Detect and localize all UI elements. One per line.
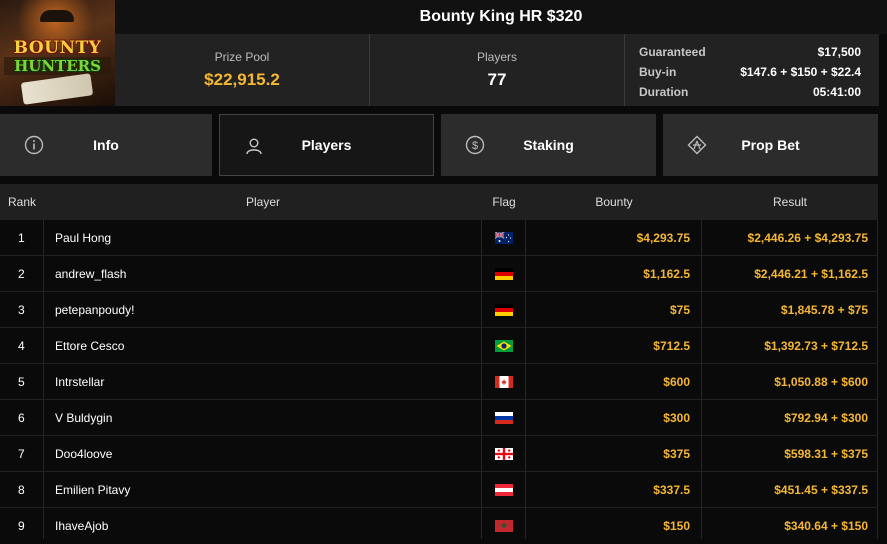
player-name[interactable]: V Buldygin [55, 400, 112, 436]
table-row[interactable]: 7 Doo4loove $375 $598.31 + $375 [0, 435, 878, 472]
tab-staking[interactable]: $ Staking [441, 114, 656, 176]
tab-info[interactable]: Info [0, 114, 212, 176]
bounty-cell: $600 [663, 375, 690, 389]
rank-cell: 3 [18, 303, 25, 317]
bounty-hunters-logo: BOUNTY HUNTERS [0, 0, 115, 106]
player-name[interactable]: Emilien Pitavy [55, 472, 130, 508]
prize-pool-label: Prize Pool [214, 50, 270, 64]
rank-cell: 1 [18, 231, 25, 245]
rank-cell: 5 [18, 375, 25, 389]
column-bounty: Bounty [595, 194, 633, 209]
tab-prop-bet[interactable]: Prop Bet [663, 114, 878, 176]
tournament-title: Bounty King HR $320 [419, 8, 583, 25]
result-cell: $598.31 + $375 [784, 447, 868, 461]
prize-pool-value: $22,915.2 [204, 70, 280, 89]
table-row[interactable]: 5 Intrstellar $600 $1,050.88 + $600 [0, 363, 878, 400]
tournament-title-bar: Bounty King HR $320 [115, 0, 887, 34]
player-name[interactable]: petepanpoudy! [55, 292, 134, 328]
detail-duration: Duration 05:41:00 [639, 85, 861, 99]
info-circle-icon [24, 135, 44, 155]
rank-cell: 6 [18, 411, 25, 425]
country-flag-icon [482, 292, 526, 328]
result-cell: $1,392.73 + $712.5 [764, 339, 868, 353]
bounty-cell: $4,293.75 [636, 231, 690, 245]
player-name[interactable]: Intrstellar [55, 364, 104, 400]
player-name[interactable]: andrew_flash [55, 256, 126, 292]
dollar-coin-icon: $ [465, 135, 485, 155]
bounty-cell: $75 [669, 303, 690, 317]
rank-cell: 7 [18, 447, 25, 461]
column-rank: Rank [8, 194, 37, 209]
tournament-details: Guaranteed $17,500 Buy-in $147.6 + $150 + … [625, 34, 879, 106]
bounty-cell: $300 [663, 411, 690, 425]
rank-cell: 8 [18, 483, 25, 497]
result-cell: $1,845.78 + $75 [780, 303, 868, 317]
players-table-header: Rank Player Flag Bounty Result [0, 184, 878, 219]
bounty-cell: $712.5 [653, 339, 690, 353]
logo-text-bounty: BOUNTY [13, 38, 102, 58]
player-name[interactable]: Doo4loove [55, 436, 112, 472]
result-cell: $1,050.88 + $600 [774, 375, 868, 389]
prize-pool-stat: Prize Pool $22,915.2 [115, 34, 370, 106]
tournament-summary: Prize Pool $22,915.2 Players 77 Guarante… [115, 34, 879, 106]
country-flag-icon [482, 256, 526, 292]
tab-players[interactable]: Players [219, 114, 434, 176]
logo-text-hunters: HUNTERS [4, 57, 111, 75]
country-flag-icon [482, 220, 526, 256]
player-name[interactable]: Ettore Cesco [55, 328, 124, 364]
detail-guaranteed: Guaranteed $17,500 [639, 45, 861, 59]
tab-bar: Info Players $ Staking Prop Bet [0, 114, 878, 176]
result-cell: $792.94 + $300 [784, 411, 868, 425]
column-player: Player [245, 194, 280, 209]
rank-cell: 2 [18, 267, 25, 281]
country-flag-icon [482, 472, 526, 508]
user-icon [246, 138, 262, 155]
column-result: Result [772, 194, 807, 209]
players-label: Players [476, 50, 517, 64]
table-row[interactable]: 8 Emilien Pitavy $337.5 $451.45 + $337.5 [0, 471, 878, 508]
table-row[interactable]: 3 petepanpoudy! $75 $1,845.78 + $75 [0, 291, 878, 328]
country-flag-icon [482, 400, 526, 436]
table-row[interactable]: 1 Paul Hong $4,293.75 $2,446.26 + $4,293… [0, 219, 878, 256]
bounty-cell: $375 [663, 447, 690, 461]
country-flag-icon [482, 328, 526, 364]
bounty-cell: $1,162.5 [643, 267, 690, 281]
table-row[interactable]: 2 andrew_flash $1,162.5 $2,446.21 + $1,1… [0, 255, 878, 292]
country-flag-icon [482, 364, 526, 400]
table-row[interactable]: 6 V Buldygin $300 $792.94 + $300 [0, 399, 878, 436]
players-stat: Players 77 [370, 34, 625, 106]
svg-text:$: $ [472, 140, 478, 152]
result-cell: $2,446.21 + $1,162.5 [754, 267, 868, 281]
table-row[interactable]: 9 IhaveAjob $150 $340.64 + $150 [0, 507, 878, 544]
detail-buy-in: Buy-in $147.6 + $150 + $22.4 [639, 65, 861, 79]
result-cell: $2,446.26 + $4,293.75 [747, 231, 868, 245]
bounty-cell: $337.5 [653, 483, 690, 497]
rank-cell: 4 [18, 339, 25, 353]
result-cell: $451.45 + $337.5 [774, 483, 868, 497]
country-flag-icon [482, 436, 526, 472]
table-row[interactable]: 4 Ettore Cesco $712.5 $1,392.73 + $712.5 [0, 327, 878, 364]
player-name[interactable]: Paul Hong [55, 220, 111, 256]
column-flag: Flag [492, 194, 516, 209]
diamond-bet-icon [687, 135, 707, 155]
players-count: 77 [487, 70, 507, 89]
